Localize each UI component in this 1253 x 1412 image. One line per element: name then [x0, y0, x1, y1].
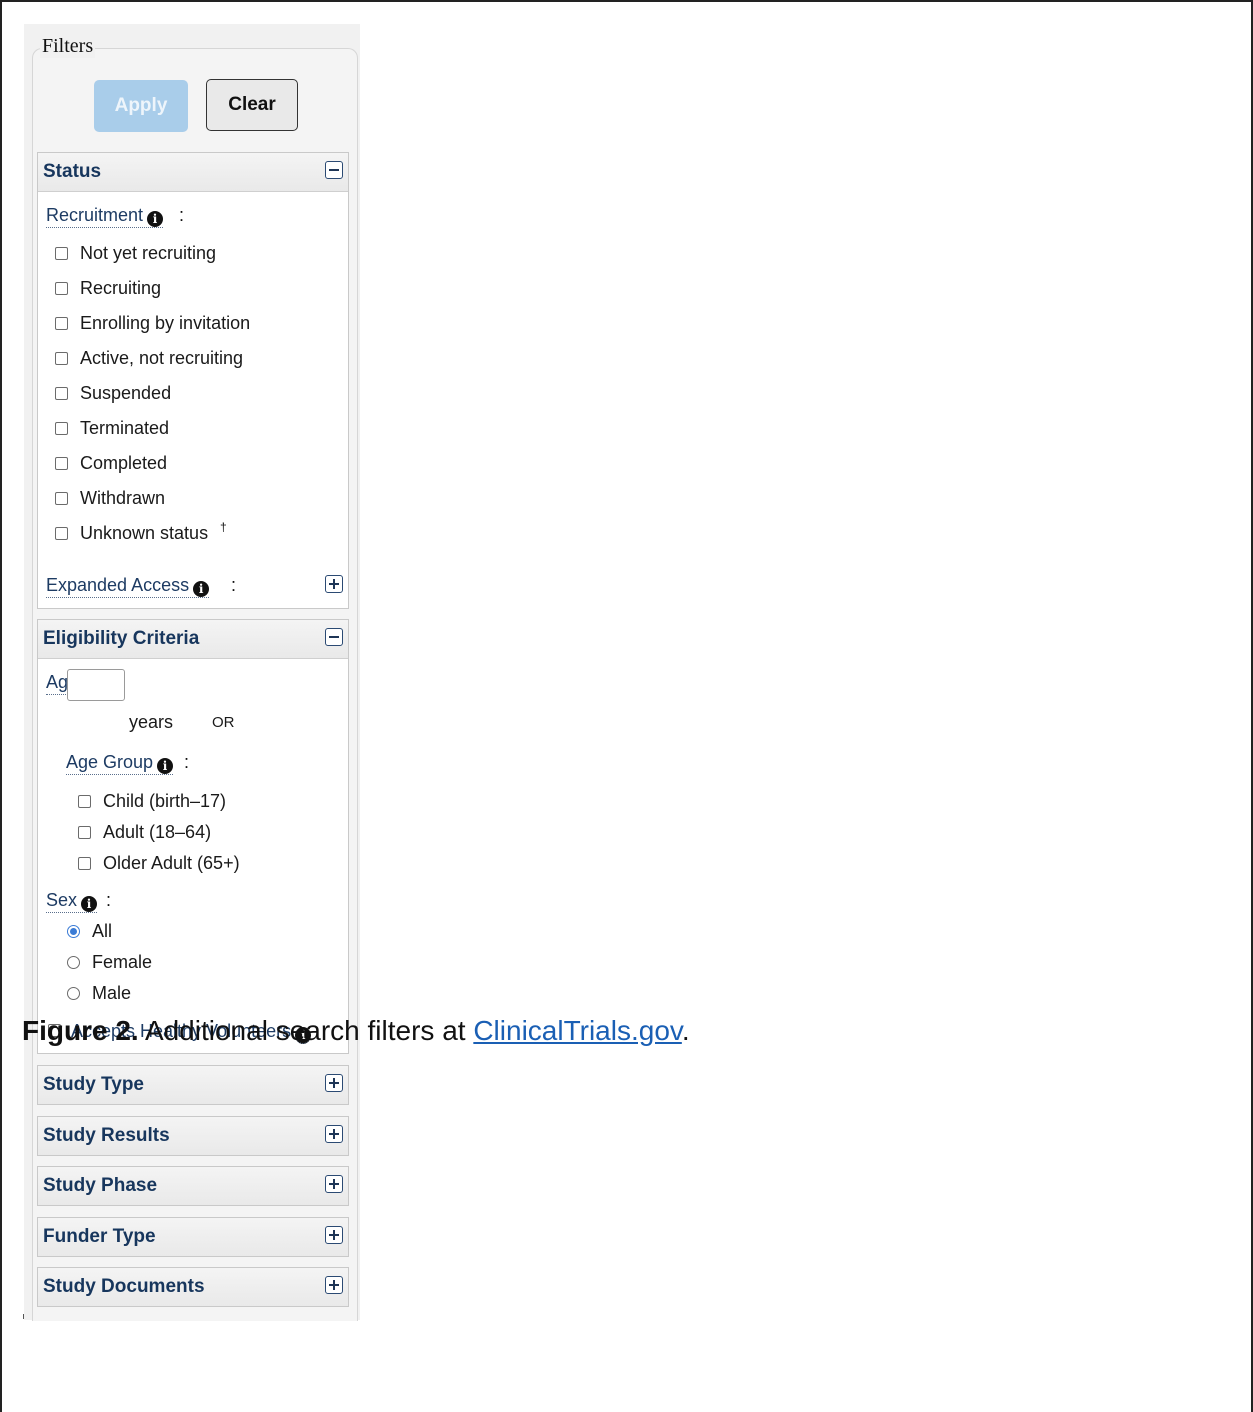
expand-icon[interactable] [325, 575, 343, 593]
collapsed-section: Study Results [37, 1115, 349, 1156]
caption-link[interactable]: ClinicalTrials.gov [473, 1015, 682, 1046]
recruitment-checkbox[interactable] [55, 387, 68, 400]
age-group-text: Age Group [66, 752, 154, 772]
caption-prefix: Figure 2. [22, 1015, 139, 1046]
recruitment-option-label[interactable]: Unknown status [80, 523, 208, 544]
section-title: Study Phase [43, 1175, 158, 1196]
sex-label[interactable]: Sex i [46, 890, 98, 913]
filters-legend: Filters [40, 35, 96, 58]
eligibility-section: Eligibility Criteria Agei : years OR Age… [37, 619, 349, 1054]
age-group-option-label[interactable]: Child (birth–17) [103, 791, 226, 812]
collapsed-section: Study Documents [37, 1267, 349, 1307]
caption-suffix: . [681, 1015, 690, 1046]
collapsed-section-header[interactable]: Study Results [38, 1116, 348, 1155]
recruitment-option-label[interactable]: Withdrawn [80, 488, 165, 509]
collapsed-section-header[interactable]: Study Phase [38, 1167, 348, 1205]
collapsed-section-header[interactable]: Study Type [38, 1066, 348, 1104]
years-label: years [129, 712, 174, 732]
recruitment-option-label[interactable]: Enrolling by invitation [80, 313, 250, 334]
expanded-access-label[interactable]: Expanded Access i [46, 575, 210, 598]
age-group-checkbox[interactable] [78, 857, 91, 870]
apply-button[interactable]: Apply [94, 80, 188, 132]
sex-radio[interactable] [67, 925, 80, 938]
age-group-option-label[interactable]: Adult (18–64) [103, 822, 211, 843]
sex-radio[interactable] [67, 987, 80, 1000]
recruitment-checkbox[interactable] [55, 317, 68, 330]
expand-icon[interactable] [325, 1074, 343, 1092]
collapse-icon[interactable] [325, 628, 343, 646]
colon: : [184, 752, 190, 772]
expand-icon[interactable] [325, 1175, 343, 1193]
section-title: Status [43, 161, 102, 182]
colon: : [231, 575, 237, 595]
info-icon[interactable]: i [147, 211, 164, 227]
sex-option-label[interactable]: Male [92, 983, 131, 1004]
section-title: Funder Type [43, 1225, 156, 1247]
status-header[interactable]: Status [38, 153, 348, 192]
recruitment-option-label[interactable]: Active, not recruiting [80, 348, 243, 369]
age-group-option-label[interactable]: Older Adult (65+) [103, 853, 240, 874]
section-title: Study Documents [43, 1276, 205, 1297]
info-icon[interactable]: i [193, 581, 210, 597]
expand-icon[interactable] [325, 1276, 343, 1294]
recruitment-option-label[interactable]: Suspended [80, 383, 171, 404]
age-input[interactable] [67, 669, 125, 701]
age-group-checkbox[interactable] [78, 795, 91, 808]
colon: : [179, 205, 185, 225]
recruitment-option-label[interactable]: Completed [80, 453, 167, 474]
collapse-icon[interactable] [325, 161, 343, 179]
collapsed-section: Study Phase [37, 1166, 349, 1206]
section-title: Study Type [43, 1074, 144, 1095]
collapsed-section-header[interactable]: Study Documents [38, 1268, 348, 1306]
recruitment-checkbox[interactable] [55, 492, 68, 505]
info-icon[interactable]: i [157, 758, 174, 774]
expand-icon[interactable] [325, 1124, 343, 1143]
recruitment-checkbox[interactable] [55, 527, 68, 540]
figure-caption: Figure 2. Additional search filters at C… [22, 1015, 690, 1047]
sex-label-text: Sex [46, 890, 78, 910]
age-group-checkbox[interactable] [78, 826, 91, 839]
age-group-label[interactable]: Age Group i [66, 752, 174, 775]
recruitment-option-label[interactable]: Terminated [80, 418, 169, 439]
caption-text: Additional search filters at [138, 1015, 474, 1046]
collapsed-section: Study Type [37, 1065, 349, 1105]
sex-option-label[interactable]: Female [92, 952, 152, 973]
recruitment-label-text: Recruitment [46, 205, 144, 225]
dagger-marker: † [220, 520, 227, 534]
status-section: Status Recruitment i : Expanded Access i :… [37, 152, 349, 609]
sex-option-label[interactable]: All [92, 921, 112, 942]
recruitment-option-label[interactable]: Recruiting [80, 278, 161, 299]
recruitment-checkbox[interactable] [55, 352, 68, 365]
recruitment-label[interactable]: Recruitment i [46, 205, 164, 228]
recruitment-checkbox[interactable] [55, 457, 68, 470]
recruitment-checkbox[interactable] [55, 247, 68, 260]
info-icon[interactable]: i [81, 896, 98, 912]
collapsed-section-header[interactable]: Funder Type [38, 1217, 348, 1256]
clear-button[interactable]: Clear [206, 79, 298, 131]
recruitment-checkbox[interactable] [55, 422, 68, 435]
collapsed-section: Funder Type [37, 1216, 349, 1257]
divider [23, 1314, 24, 1319]
expand-icon[interactable] [325, 1225, 343, 1244]
section-title: Eligibility Criteria [43, 628, 200, 649]
recruitment-checkbox[interactable] [55, 282, 68, 295]
expanded-access-text: Expanded Access [46, 575, 190, 595]
or-label: OR [212, 714, 235, 731]
sex-radio[interactable] [67, 956, 80, 969]
eligibility-header[interactable]: Eligibility Criteria [38, 620, 348, 659]
recruitment-option-label[interactable]: Not yet recruiting [80, 243, 216, 264]
colon: : [106, 890, 112, 910]
section-title: Study Results [43, 1124, 170, 1146]
